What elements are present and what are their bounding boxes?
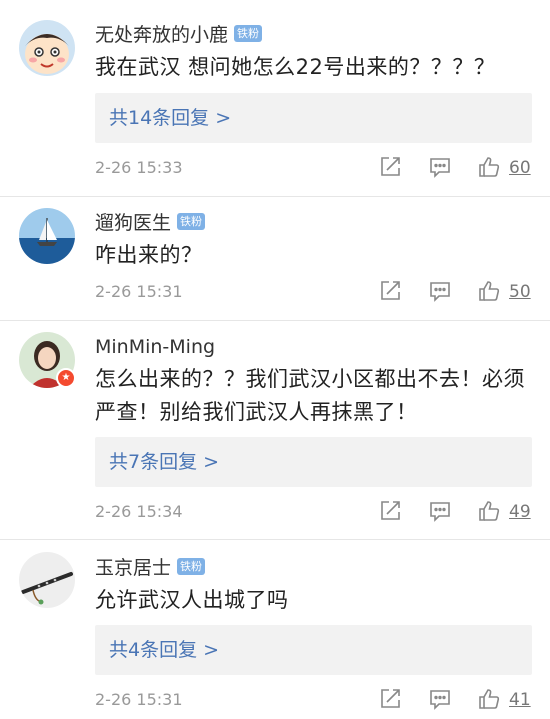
comment-text: 允许武汉人出城了吗: [95, 588, 289, 612]
like-icon[interactable]: [477, 279, 503, 305]
view-replies-link[interactable]: 共7条回复 >: [109, 437, 219, 487]
comment-text: 怎么出来的？？我们武汉小区都出不去！必须严查！别给我们武汉人再抹黑了！: [95, 367, 525, 424]
name-row: 玉京居士 铁粉: [95, 553, 206, 580]
share-icon[interactable]: [378, 499, 404, 525]
like-icon[interactable]: [477, 155, 503, 181]
view-replies-link[interactable]: 共4条回复 >: [109, 625, 219, 675]
comment-item: ★ MinMin-Ming 怎么出来的？？我们武汉小区都出不去！必须严查！别给我…: [0, 321, 550, 539]
reply-box[interactable]: 共7条回复 >: [95, 437, 532, 487]
fan-badge: 铁粉: [177, 557, 206, 575]
like-icon[interactable]: [477, 687, 503, 713]
fan-badge: 铁粉: [234, 24, 263, 42]
username[interactable]: 玉京居士: [95, 553, 171, 580]
avatar[interactable]: [19, 208, 75, 264]
username[interactable]: 遛狗医生: [95, 208, 171, 235]
share-icon[interactable]: [378, 279, 404, 305]
like-icon[interactable]: [477, 499, 503, 525]
comment-item: 玉京居士 铁粉 允许武汉人出城了吗 共4条回复 > 2-26 15:31 41: [0, 540, 550, 719]
timestamp: 2-26 15:33: [95, 158, 183, 177]
comment-item: 遛狗医生 铁粉 咋出来的？ 2-26 15:31 50: [0, 197, 550, 320]
reply-box[interactable]: 共4条回复 >: [95, 625, 532, 675]
like-count[interactable]: 41: [509, 687, 531, 713]
username[interactable]: MinMin-Ming: [95, 336, 215, 358]
comment-icon[interactable]: [428, 155, 454, 181]
comment-item: 无处奔放的小鹿 铁粉 我在武汉 想问她怎么22号出来的？？？？ 共14条回复 >…: [0, 0, 550, 196]
comment-icon[interactable]: [428, 687, 454, 713]
comment-meta: 2-26 15:34 49: [95, 499, 535, 525]
comment-meta: 2-26 15:31 50: [95, 279, 535, 305]
fan-badge: 铁粉: [177, 212, 206, 230]
timestamp: 2-26 15:31: [95, 282, 183, 301]
timestamp: 2-26 15:34: [95, 502, 183, 521]
view-replies-link[interactable]: 共14条回复 >: [109, 93, 231, 143]
name-row: 无处奔放的小鹿 铁粉: [95, 20, 263, 47]
share-icon[interactable]: [378, 687, 404, 713]
comment-text: 咋出来的？: [95, 243, 203, 267]
comment-icon[interactable]: [428, 499, 454, 525]
avatar[interactable]: [19, 20, 75, 76]
name-row: 遛狗医生 铁粉: [95, 208, 206, 235]
comment-icon[interactable]: [428, 279, 454, 305]
share-icon[interactable]: [378, 155, 404, 181]
comment-meta: 2-26 15:31 41: [95, 687, 535, 713]
like-count[interactable]: 49: [509, 499, 531, 525]
reply-box[interactable]: 共14条回复 >: [95, 93, 532, 143]
name-row: MinMin-Ming: [95, 334, 215, 360]
like-count[interactable]: 60: [509, 155, 531, 181]
timestamp: 2-26 15:31: [95, 690, 183, 709]
verified-star-icon: ★: [56, 368, 76, 388]
comment-text: 我在武汉 想问她怎么22号出来的？？？？: [95, 55, 496, 79]
comment-meta: 2-26 15:33 60: [95, 155, 535, 181]
username[interactable]: 无处奔放的小鹿: [95, 20, 228, 47]
like-count[interactable]: 50: [509, 279, 531, 305]
avatar[interactable]: [19, 552, 75, 608]
